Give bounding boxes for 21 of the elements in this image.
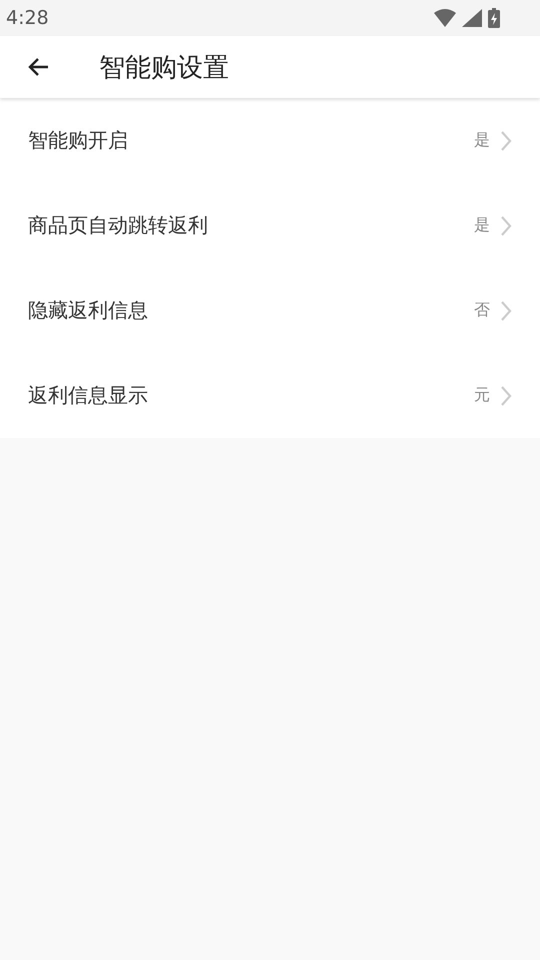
settings-row[interactable]: 返利信息显示 元 [0, 353, 540, 438]
chevron-icon [500, 384, 512, 406]
settings-row[interactable]: 隐藏返利信息 否 [0, 268, 540, 353]
setting-value: 否 [474, 300, 490, 321]
setting-value: 是 [474, 215, 490, 236]
setting-value: 是 [474, 130, 490, 151]
settings-row[interactable]: 商品页自动跳转返利 是 [0, 183, 540, 268]
setting-label: 返利信息显示 [28, 382, 149, 409]
status-time: 4:28 [6, 7, 49, 29]
setting-label: 商品页自动跳转返利 [28, 212, 209, 239]
chevron-icon [500, 130, 512, 152]
chevron-icon [500, 214, 512, 236]
signal-icon [462, 9, 482, 27]
setting-label: 智能购开启 [28, 127, 129, 154]
chevron-icon [500, 300, 512, 322]
battery-icon [488, 8, 500, 28]
setting-label: 隐藏返利信息 [28, 297, 149, 324]
settings-row[interactable]: 智能购开启 是 [0, 98, 540, 183]
setting-value: 元 [474, 385, 490, 406]
wifi-icon [434, 9, 456, 27]
page-title: 智能购设置 [99, 52, 229, 84]
